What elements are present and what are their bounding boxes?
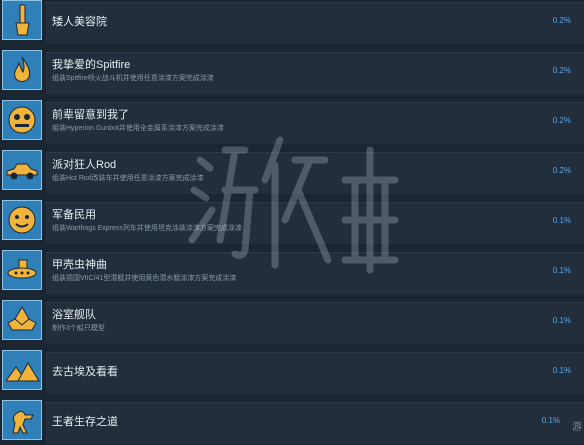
achievement-title: 甲壳虫神曲 [52,259,107,271]
achievement-title: 矮人美容院 [52,16,107,28]
achievement-row[interactable]: 前辈留意到我了 组装Hyperion Gunbot并使用全金属系涂漆方案完成涂漆… [0,100,584,145]
unlock-percent: 0.1% [552,316,571,325]
achievement-row[interactable]: 去古埃及看看 0.1% [0,350,584,395]
robot-face-icon [2,100,42,140]
unlock-percent: 0.2% [552,16,571,25]
pyramids-icon [2,350,42,390]
watermark-text: 游 [572,422,582,433]
submarine-icon [2,250,42,290]
achievement-description: 组装德国VIIC/41型潜艇并使用黄色潜水艇涂漆方案完成涂漆 [52,275,237,282]
paint-brush-icon [2,0,42,40]
train-face-icon [2,200,42,240]
flame-icon [2,50,42,90]
achievement-bar [46,352,584,394]
unlock-percent: 0.1% [541,416,560,425]
achievement-title: 去古埃及看看 [52,366,118,378]
achievement-title: 浴室舰队 [52,309,96,321]
achievement-title: 我挚爱的Spitfire [52,59,131,71]
achievement-title: 派对狂人Rod [52,159,117,171]
unlock-percent: 0.2% [552,166,571,175]
unlock-percent: 0.1% [552,216,571,225]
paper-boat-icon [2,300,42,340]
achievement-row[interactable]: 矮人美容院 0.2% [0,0,584,45]
achievement-row[interactable]: 军备民用 组装Warthogs Express列车并使用坦克涂装涂漆方案完成涂漆… [0,200,584,245]
achievement-title: 王者生存之道 [52,416,118,428]
unlock-percent: 0.2% [552,116,571,125]
achievement-row[interactable]: 派对狂人Rod 组装Hot Rod改装车并使用任意涂漆方案完成涂漆 0.2% [0,150,584,195]
achievement-bar [46,2,584,44]
achievement-description: 制作3个船只模型 [52,325,105,332]
achievement-row[interactable]: 甲壳虫神曲 组装德国VIIC/41型潜艇并使用黄色潜水艇涂漆方案完成涂漆 0.1… [0,250,584,295]
achievement-row[interactable]: 王者生存之道 0.1% [0,400,584,445]
unlock-percent: 0.1% [552,266,571,275]
unlock-percent: 0.2% [552,66,571,75]
achievement-description: 组装Warthogs Express列车并使用坦克涂装涂漆方案完成涂漆 [52,225,242,232]
unlock-percent: 0.1% [552,366,571,375]
achievement-title: 前辈留意到我了 [52,109,129,121]
achievement-row[interactable]: 我挚爱的Spitfire 组装Spitfire喷火战斗机并使用任意涂漆方案完成涂… [0,50,584,95]
achievement-row[interactable]: 浴室舰队 制作3个船只模型 0.1% [0,300,584,345]
achievement-bar [46,302,584,344]
achievement-description: 组装Hot Rod改装车并使用任意涂漆方案完成涂漆 [52,175,204,182]
achievement-description: 组装Spitfire喷火战斗机并使用任意涂漆方案完成涂漆 [52,75,214,82]
dinosaur-icon [2,400,42,440]
achievement-title: 军备民用 [52,209,96,221]
hot-rod-car-icon [2,150,42,190]
achievement-description: 组装Hyperion Gunbot并使用全金属系涂漆方案完成涂漆 [52,125,224,132]
